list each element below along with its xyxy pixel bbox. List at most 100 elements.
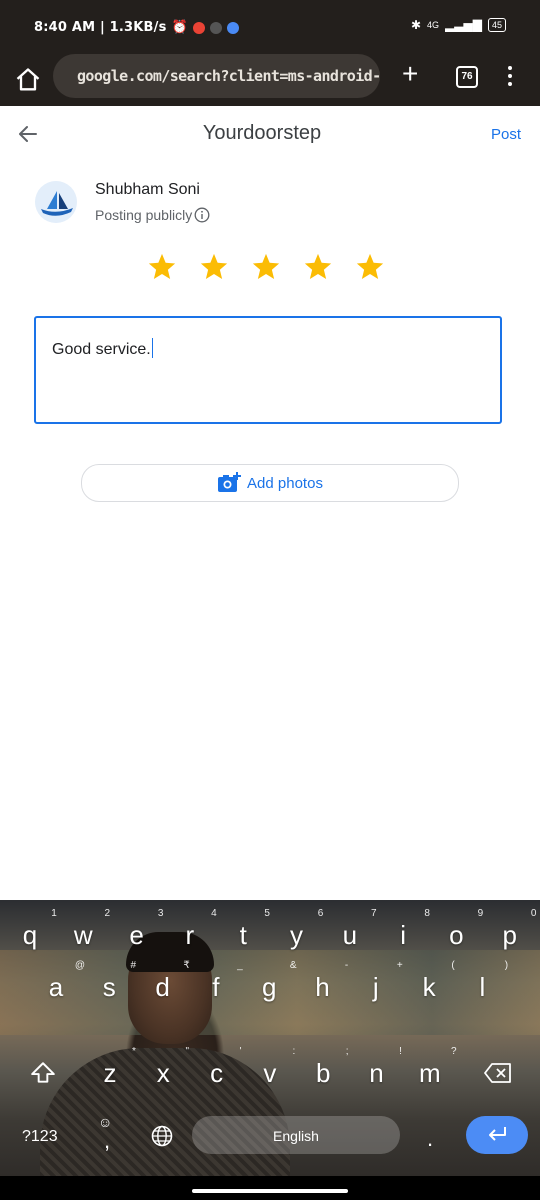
status-time: 8:40 AM | 1.3KB/s bbox=[34, 20, 167, 35]
key-hint: ! bbox=[399, 1046, 402, 1057]
navigation-bar bbox=[0, 1176, 540, 1200]
key-hint: 0 bbox=[530, 908, 537, 919]
key-v[interactable]: v bbox=[243, 1058, 297, 1089]
enter-key[interactable] bbox=[466, 1116, 528, 1154]
signal-icon: ▂▃▅▇ bbox=[445, 18, 482, 32]
text-cursor bbox=[151, 338, 154, 358]
url-text: google.com/search?client=ms-android-xiao… bbox=[77, 67, 380, 85]
key-hint: ( bbox=[451, 960, 455, 971]
key-o[interactable]: o bbox=[429, 920, 483, 951]
key-r[interactable]: r bbox=[163, 920, 217, 951]
backspace-icon[interactable] bbox=[484, 1062, 512, 1084]
app-notification-icon bbox=[209, 21, 222, 34]
key-x[interactable]: x bbox=[136, 1058, 190, 1089]
key-hint: 1 bbox=[51, 908, 57, 919]
star-icon[interactable] bbox=[303, 252, 333, 282]
key-h[interactable]: h bbox=[296, 972, 350, 1003]
key-i[interactable]: i bbox=[376, 920, 430, 951]
key-hint: : bbox=[292, 1046, 296, 1057]
network-type: 4G bbox=[427, 20, 440, 30]
key-z[interactable]: z bbox=[83, 1058, 137, 1089]
status-left: 8:40 AM | 1.3KB/s ⏰ bbox=[34, 20, 239, 35]
key-hint: ' bbox=[239, 1046, 242, 1057]
review-text-field[interactable]: Good service. bbox=[34, 316, 502, 424]
key-n[interactable]: n bbox=[350, 1058, 404, 1089]
key-u[interactable]: u bbox=[323, 920, 377, 951]
key-e[interactable]: e bbox=[110, 920, 164, 951]
gmail-icon bbox=[192, 21, 205, 34]
key-d[interactable]: d bbox=[136, 972, 190, 1003]
avatar-image bbox=[35, 181, 77, 223]
gesture-handle[interactable] bbox=[192, 1189, 348, 1193]
page-title: Yourdoorstep bbox=[202, 122, 322, 144]
key-c[interactable]: c bbox=[190, 1058, 244, 1089]
add-photo-icon bbox=[218, 472, 242, 492]
key-hint: # bbox=[130, 960, 137, 971]
key-hint: & bbox=[289, 960, 297, 971]
key-hint: 6 bbox=[317, 908, 324, 919]
key-hint: - bbox=[344, 960, 349, 971]
key-t[interactable]: t bbox=[216, 920, 270, 951]
key-w[interactable]: w bbox=[56, 920, 110, 951]
key-g[interactable]: g bbox=[242, 972, 296, 1003]
key-hint: ? bbox=[451, 1046, 457, 1057]
key-hint: 8 bbox=[424, 908, 430, 919]
info-icon[interactable] bbox=[194, 207, 210, 223]
new-tab-button[interactable]: + bbox=[402, 60, 418, 88]
key-hint: 4 bbox=[211, 908, 217, 919]
key-b[interactable]: b bbox=[296, 1058, 350, 1089]
key-hint: 3 bbox=[157, 908, 164, 919]
period-key[interactable]: . bbox=[427, 1126, 433, 1152]
add-photos-button[interactable]: Add photos bbox=[81, 464, 459, 502]
enter-icon bbox=[489, 1127, 506, 1141]
posting-status-label: Posting publicly bbox=[95, 207, 193, 223]
key-a[interactable]: a bbox=[29, 972, 83, 1003]
key-hint: ₹ bbox=[183, 960, 190, 971]
key-hint: 9 bbox=[477, 908, 484, 919]
key-hint: " bbox=[185, 1046, 190, 1057]
space-bar[interactable]: English bbox=[192, 1116, 400, 1154]
add-photos-label: Add photos bbox=[247, 474, 323, 492]
key-m[interactable]: m bbox=[403, 1058, 457, 1089]
browser-toolbar: google.com/search?client=ms-android-xiao… bbox=[0, 54, 540, 106]
key-f[interactable]: f bbox=[189, 972, 243, 1003]
posting-status: Posting publicly bbox=[95, 207, 210, 223]
post-button[interactable]: Post bbox=[491, 126, 521, 143]
bluetooth-icon: ✱ bbox=[410, 18, 422, 32]
url-bar[interactable]: google.com/search?client=ms-android-xiao… bbox=[53, 54, 380, 98]
key-hint: ) bbox=[504, 960, 509, 971]
key-l[interactable]: l bbox=[455, 972, 509, 1003]
soft-keyboard: 1q2w3e4r5t6y7u8i9o0p @ a # s ₹ d _ f & g - h + j(k) l … bbox=[0, 900, 540, 1176]
star-icon[interactable] bbox=[355, 252, 385, 282]
key-j[interactable]: j bbox=[349, 972, 403, 1003]
language-globe-icon[interactable] bbox=[150, 1124, 174, 1148]
key-hint: _ bbox=[237, 960, 243, 971]
shift-icon[interactable] bbox=[30, 1060, 56, 1086]
key-hint: * bbox=[132, 1046, 136, 1057]
key-hint: 7 bbox=[371, 908, 377, 919]
alarm-icon: ⏰ bbox=[171, 20, 188, 35]
key-s[interactable]: s bbox=[82, 972, 136, 1003]
comma-key[interactable]: , bbox=[104, 1128, 110, 1154]
review-text-value: Good service. bbox=[52, 341, 151, 358]
key-hint: + bbox=[396, 960, 403, 971]
star-icon[interactable] bbox=[199, 252, 229, 282]
avatar bbox=[35, 181, 77, 223]
key-p[interactable]: p bbox=[483, 920, 537, 951]
home-icon[interactable] bbox=[14, 66, 42, 94]
user-name: Shubham Soni bbox=[95, 181, 200, 198]
review-text-content: Good service. bbox=[52, 338, 154, 359]
browser-menu-icon[interactable] bbox=[508, 66, 512, 90]
battery-indicator: 45 bbox=[487, 18, 506, 32]
key-q[interactable]: q bbox=[3, 920, 57, 951]
star-rating[interactable] bbox=[147, 252, 385, 282]
symbols-key[interactable]: ?123 bbox=[22, 1128, 58, 1146]
key-y[interactable]: y bbox=[270, 920, 324, 951]
star-icon[interactable] bbox=[147, 252, 177, 282]
star-icon[interactable] bbox=[251, 252, 281, 282]
space-bar-label: English bbox=[273, 1128, 319, 1144]
key-hint: 5 bbox=[264, 908, 270, 919]
key-k[interactable]: k bbox=[402, 972, 456, 1003]
status-right: ✱ 4G ▂▃▅▇ 45 bbox=[411, 18, 506, 32]
tab-switcher-button[interactable]: 76 bbox=[456, 66, 478, 88]
